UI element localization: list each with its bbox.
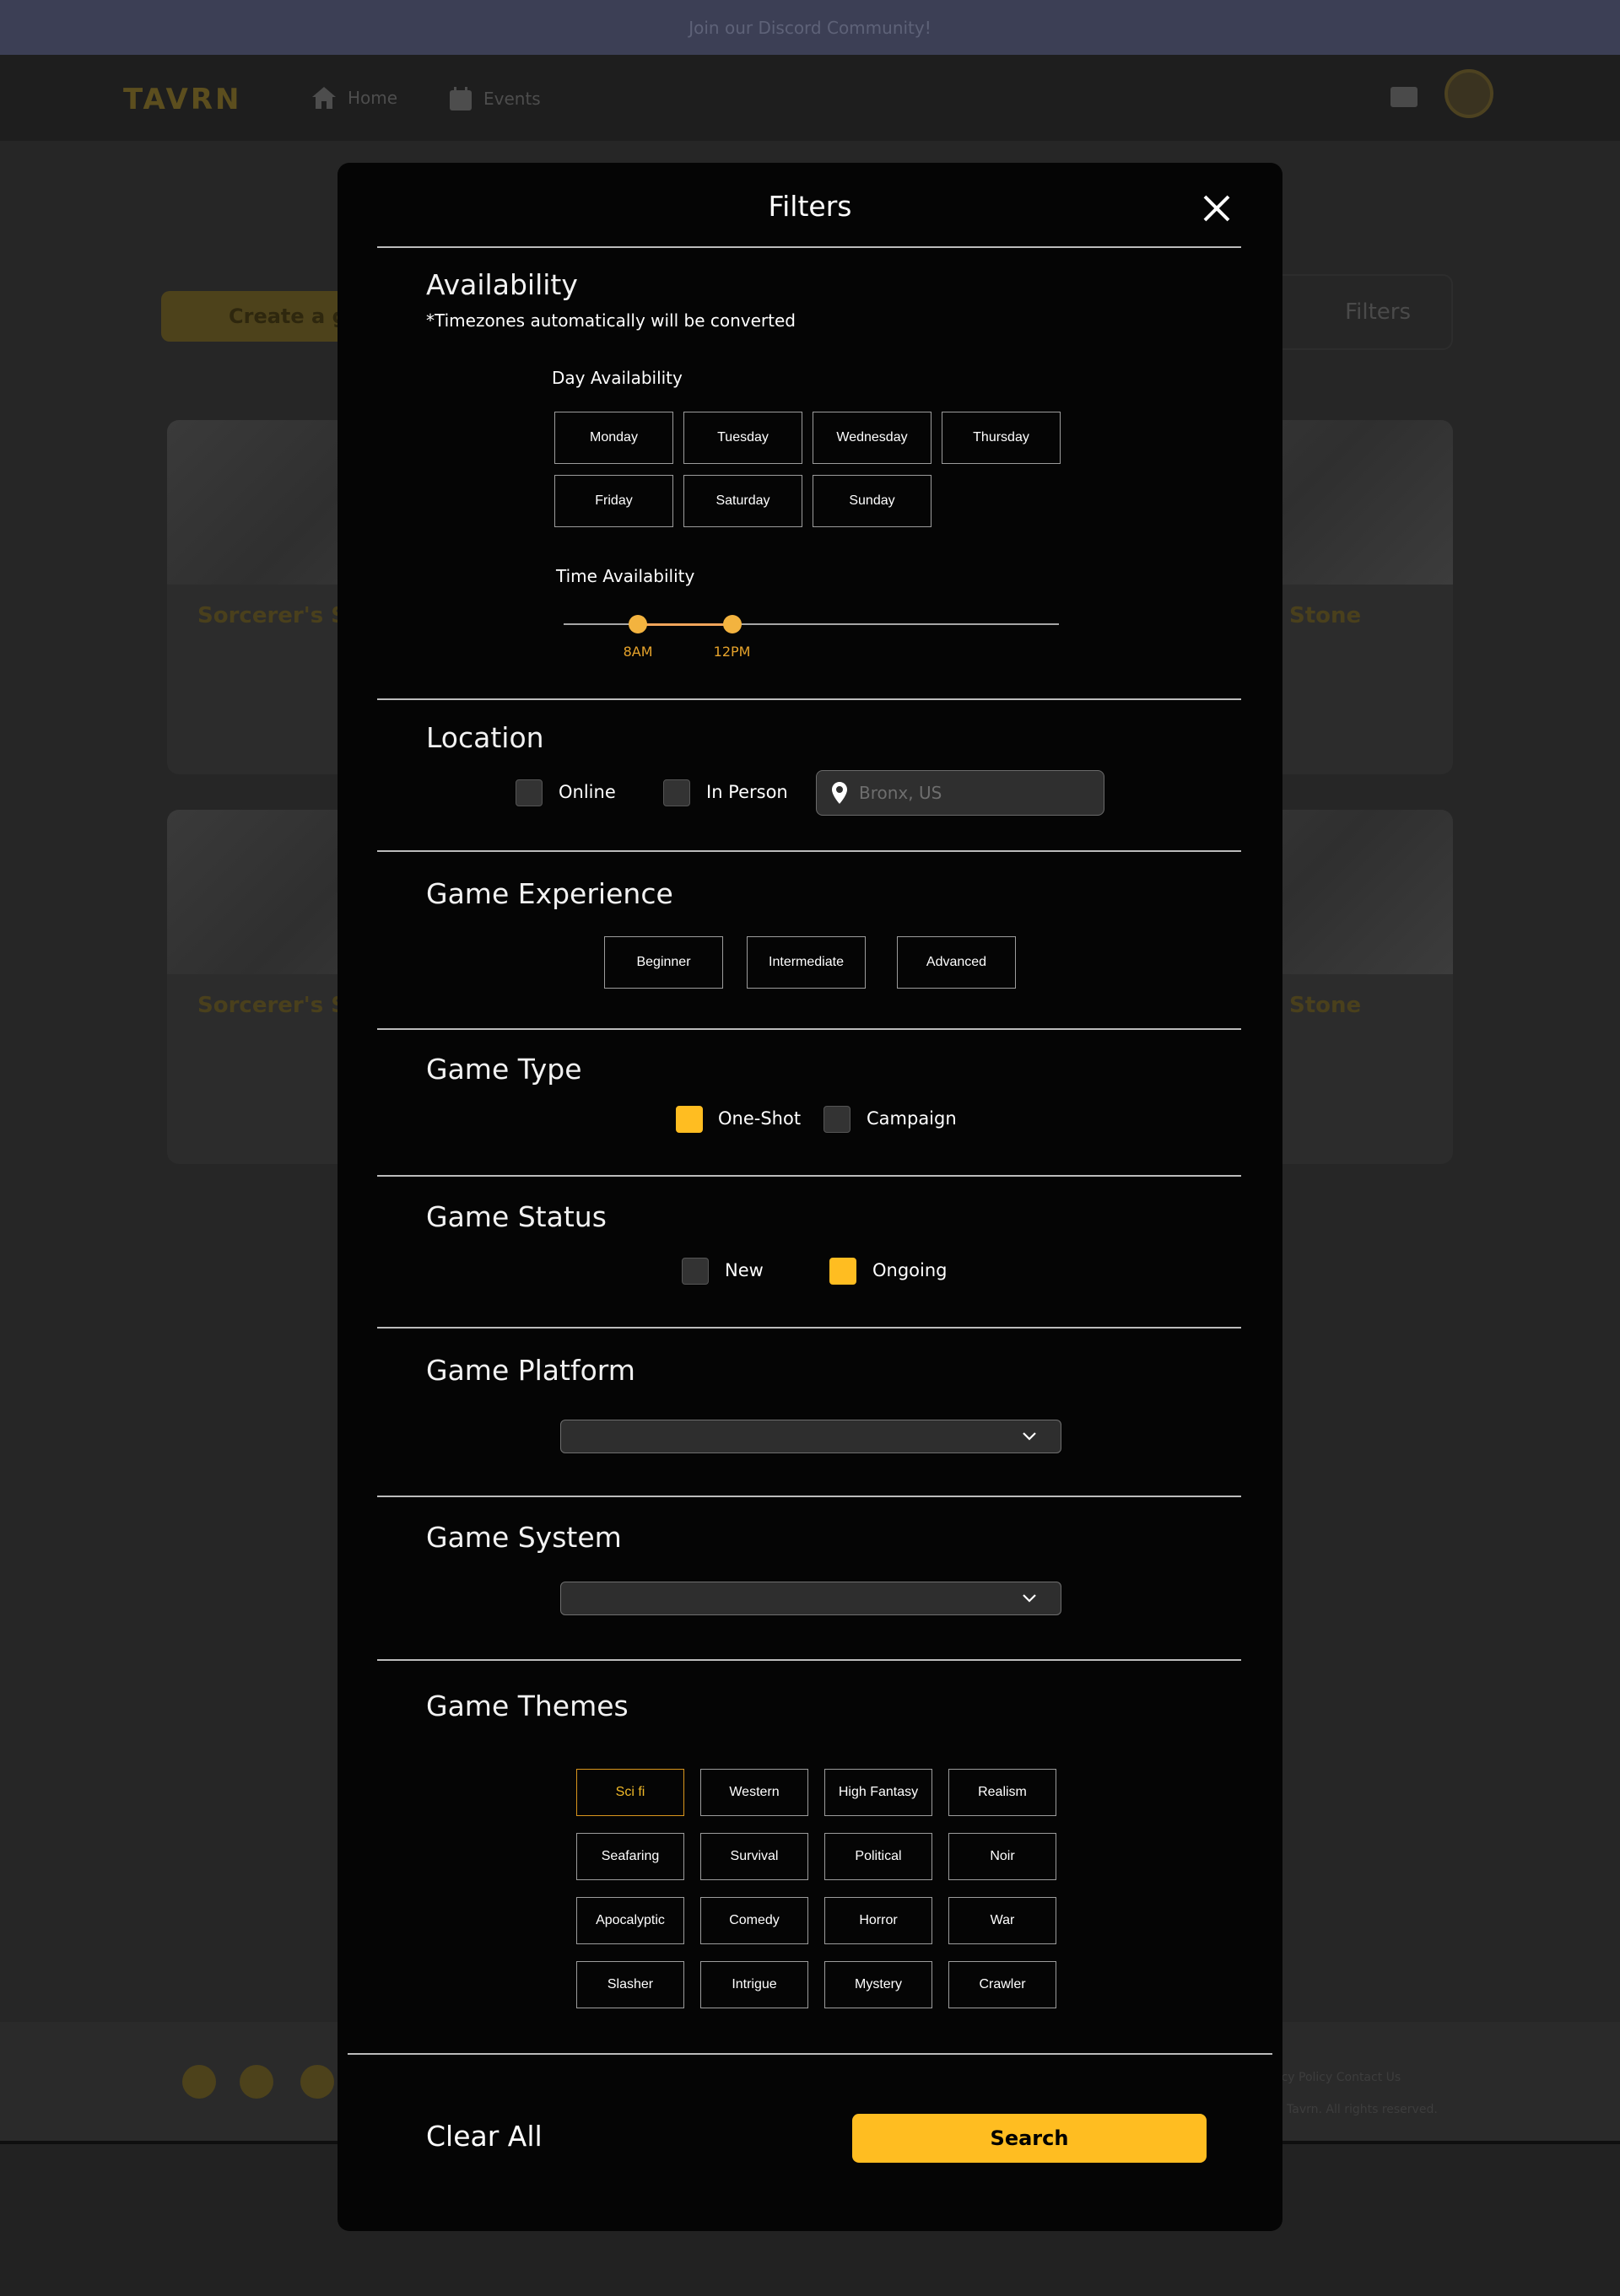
new-label: New [725,1260,764,1280]
divider [377,1327,1241,1329]
nav-events[interactable]: Events [450,87,541,110]
nav-home[interactable]: Home [312,87,397,109]
footer-copyright: Tavrn. All rights reserved. [1287,2103,1438,2116]
discord-banner[interactable]: Join our Discord Community! [0,0,1620,55]
theme-intrigue[interactable]: Intrigue [700,1961,808,2008]
day-thursday[interactable]: Thursday [942,412,1061,464]
discord-icon[interactable] [240,2065,273,2099]
theme-apocalyptic[interactable]: Apocalyptic [576,1897,684,1944]
theme-survival[interactable]: Survival [700,1833,808,1880]
divider [377,1659,1241,1661]
theme-horror[interactable]: Horror [824,1897,932,1944]
day-wednesday[interactable]: Wednesday [813,412,932,464]
game-type-title: Game Type [426,1053,582,1086]
in-person-checkbox[interactable] [663,779,690,806]
one-shot-label: One-Shot [718,1108,802,1129]
in-person-label: In Person [706,782,788,802]
chevron-down-icon [1023,1594,1036,1603]
reddit-icon[interactable] [182,2065,216,2099]
time-slider-end-handle[interactable] [722,615,742,633]
location-placeholder: Bronx, US [859,783,942,803]
theme-comedy[interactable]: Comedy [700,1897,808,1944]
experience-intermediate[interactable]: Intermediate [747,936,866,989]
new-checkbox[interactable] [682,1258,709,1285]
modal-title: Filters [768,190,852,223]
divider [377,1028,1241,1030]
day-sunday[interactable]: Sunday [813,475,932,527]
game-status-title: Game Status [426,1200,607,1233]
platform-title: Game Platform [426,1354,635,1387]
footer-links[interactable]: acy Policy Contact Us [1274,2071,1401,2084]
ongoing-label: Ongoing [872,1260,948,1280]
map-pin-icon [832,782,847,804]
search-button[interactable]: Search [852,2114,1207,2163]
theme-high-fantasy[interactable]: High Fantasy [824,1769,932,1816]
chevron-down-icon [1023,1432,1036,1441]
mail-icon[interactable] [1390,87,1418,107]
system-select[interactable] [560,1582,1061,1615]
ongoing-checkbox[interactable] [829,1258,856,1285]
calendar-icon [450,87,472,110]
time-slider-start-handle[interactable] [629,615,648,633]
location-input[interactable]: Bronx, US [816,770,1104,816]
time-end-label: 12PM [713,644,751,660]
nav-events-label: Events [483,89,541,109]
day-monday[interactable]: Monday [554,412,673,464]
divider [377,698,1241,700]
themes-title: Game Themes [426,1690,629,1722]
divider [377,246,1241,248]
experience-title: Game Experience [426,877,673,910]
day-saturday[interactable]: Saturday [683,475,802,527]
availability-title: Availability [426,268,578,301]
theme-slasher[interactable]: Slasher [576,1961,684,2008]
divider [377,850,1241,852]
theme-western[interactable]: Western [700,1769,808,1816]
online-label: Online [559,782,616,802]
day-availability-label: Day Availability [552,368,683,388]
theme-war[interactable]: War [948,1897,1056,1944]
campaign-checkbox[interactable] [824,1106,850,1133]
theme-sci-fi[interactable]: Sci fi [576,1769,684,1816]
location-title: Location [426,721,544,754]
online-checkbox[interactable] [516,779,543,806]
clear-all-button[interactable]: Clear All [426,2120,543,2153]
day-tuesday[interactable]: Tuesday [683,412,802,464]
theme-crawler[interactable]: Crawler [948,1961,1056,2008]
theme-noir[interactable]: Noir [948,1833,1056,1880]
system-title: Game System [426,1521,622,1554]
platform-select[interactable] [560,1420,1061,1453]
nav-home-label: Home [348,88,398,108]
divider [377,1175,1241,1177]
day-friday[interactable]: Friday [554,475,673,527]
divider [377,1496,1241,1497]
close-icon[interactable] [1200,191,1234,225]
top-navbar: TAVRN Home Events [0,55,1620,141]
time-availability-label: Time Availability [556,566,695,586]
avatar[interactable] [1444,69,1493,118]
divider [348,2053,1272,2055]
time-start-label: 8AM [623,644,653,660]
timezone-note: *Timezones automatically will be convert… [426,310,796,331]
experience-advanced[interactable]: Advanced [897,936,1016,989]
one-shot-checkbox[interactable] [676,1106,703,1133]
facebook-icon[interactable] [300,2065,334,2099]
filters-button-label: Filters [1345,299,1411,325]
filters-modal: Filters Availability *Timezones automati… [338,163,1282,2231]
home-icon [312,87,336,109]
theme-political[interactable]: Political [824,1833,932,1880]
theme-mystery[interactable]: Mystery [824,1961,932,2008]
experience-beginner[interactable]: Beginner [604,936,723,989]
theme-seafaring[interactable]: Seafaring [576,1833,684,1880]
open-filters-button[interactable]: Filters [1259,274,1453,350]
theme-realism[interactable]: Realism [948,1769,1056,1816]
campaign-label: Campaign [867,1108,957,1129]
logo[interactable]: TAVRN [123,83,242,116]
time-slider-range [638,623,732,626]
